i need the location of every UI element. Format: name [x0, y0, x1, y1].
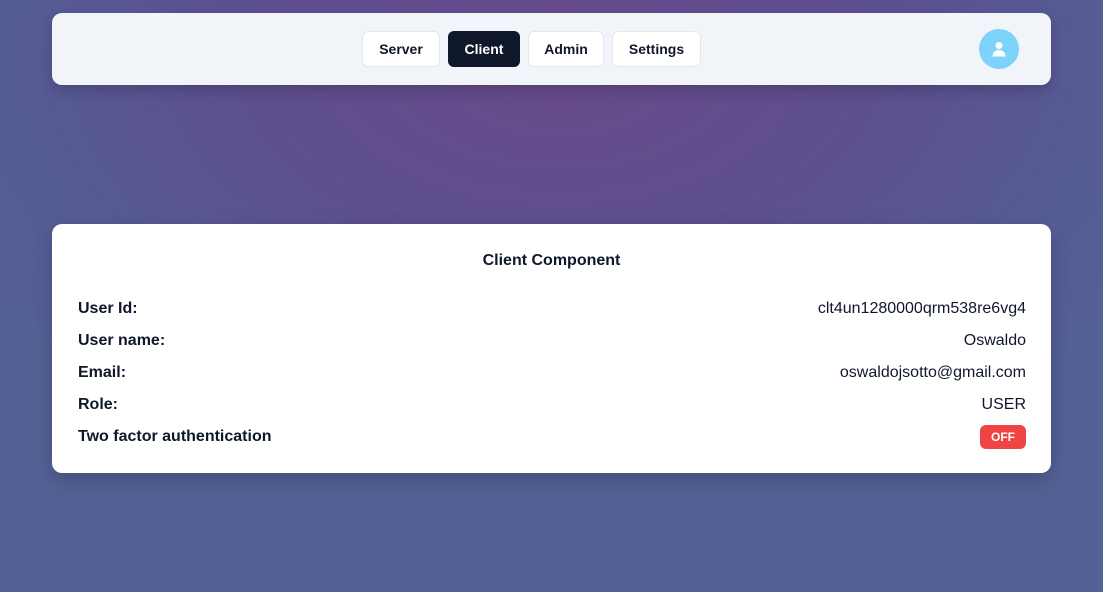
card-title: Client Component: [482, 252, 621, 269]
admin-nav-button[interactable]: Admin: [528, 31, 604, 67]
role-row: Role: USER: [78, 393, 1026, 417]
user-icon: [992, 42, 1006, 57]
role-label: Role:: [78, 396, 118, 413]
user-name-label: User name:: [78, 332, 166, 349]
settings-nav-button[interactable]: Settings: [612, 31, 701, 67]
email-row: Email: oswaldojsotto@gmail.com: [78, 361, 1026, 385]
email-value: oswaldojsotto@gmail.com: [839, 364, 1026, 381]
email-label: Email:: [78, 364, 127, 381]
nav-button-group: Server Client Admin Settings: [362, 31, 701, 67]
user-name-row: User name: Oswaldo: [78, 329, 1026, 353]
two-factor-row: Two factor authentication OFF: [78, 425, 1026, 449]
user-name-value: Oswaldo: [963, 332, 1026, 349]
client-nav-button[interactable]: Client: [448, 31, 520, 67]
role-value: USER: [981, 396, 1026, 413]
user-id-value: clt4un1280000qrm538re6vg4: [817, 300, 1026, 317]
user-avatar-button[interactable]: [979, 29, 1019, 69]
two-factor-status-badge: OFF: [980, 425, 1026, 449]
two-factor-label: Two factor authentication: [78, 428, 272, 445]
user-id-label: User Id:: [78, 300, 138, 317]
server-nav-button[interactable]: Server: [362, 31, 440, 67]
top-navbar: Server Client Admin Settings: [52, 13, 1051, 85]
user-id-row: User Id: clt4un1280000qrm538re6vg4: [78, 297, 1026, 321]
client-info-card: Client Component User Id: clt4un1280000q…: [52, 224, 1051, 473]
